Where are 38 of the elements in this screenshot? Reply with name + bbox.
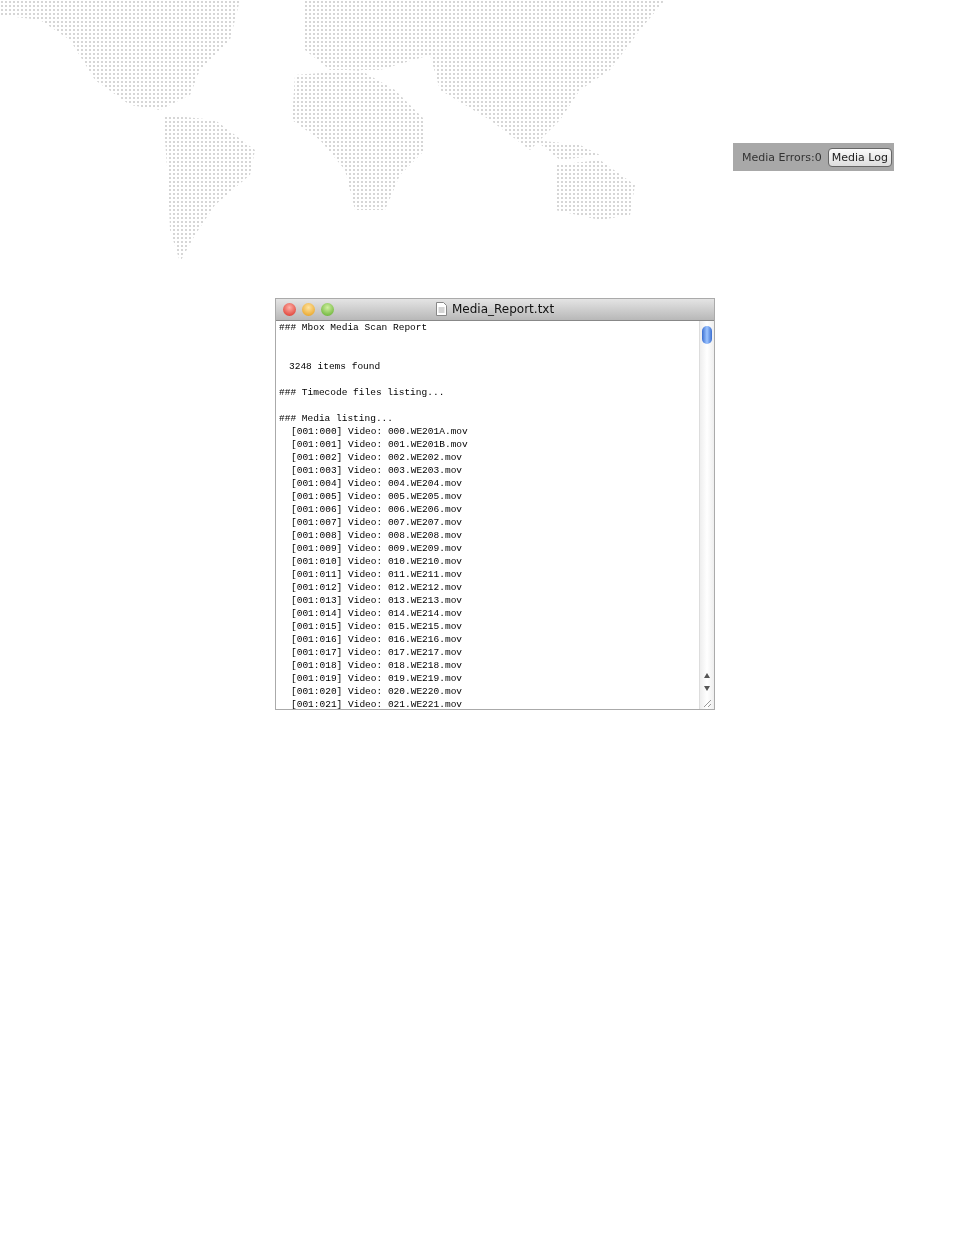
media-entry: [001:015] Video: 015.WE215.mov [290,620,464,633]
media-entry: [001:004] Video: 004.WE204.mov [290,477,464,490]
scroll-down-icon[interactable] [703,685,711,692]
report-line: ### Mbox Media Scan Report [279,321,429,334]
scroll-thumb[interactable] [702,326,712,344]
media-entry: [001:011] Video: 011.WE211.mov [290,568,464,581]
media-entry: [001:014] Video: 014.WE214.mov [290,607,464,620]
report-line: ### Timecode files listing... [279,386,446,399]
media-entry: [001:019] Video: 019.WE219.mov [290,672,464,685]
resize-grip-icon[interactable] [702,698,712,708]
media-errors-label: Media Errors:0 [742,150,822,164]
close-button[interactable] [283,303,296,316]
media-entry: [001:005] Video: 005.WE205.mov [290,490,464,503]
document-icon [436,302,447,316]
scrollbar[interactable] [699,321,714,709]
media-entry: [001:017] Video: 017.WE217.mov [290,646,464,659]
window-title: Media_Report.txt [452,302,555,316]
media-entry: [001:020] Video: 020.WE220.mov [290,685,464,698]
media-entry: [001:008] Video: 008.WE208.mov [290,529,464,542]
report-line: ### Media listing... [279,412,395,425]
media-entry: [001:002] Video: 002.WE202.mov [290,451,464,464]
media-entry: [001:018] Video: 018.WE218.mov [290,659,464,672]
zoom-button[interactable] [321,303,334,316]
report-line: 3248 items found [288,360,382,373]
media-entry: [001:003] Video: 003.WE203.mov [290,464,464,477]
media-entry: [001:012] Video: 012.WE212.mov [290,581,464,594]
media-entry: [001:021] Video: 021.WE221.mov [290,698,464,709]
media-log-button[interactable]: Media Log [827,147,892,167]
media-entry: [001:001] Video: 001.WE201B.mov [290,438,469,451]
minimize-button[interactable] [302,303,315,316]
media-entry: [001:006] Video: 006.WE206.mov [290,503,464,516]
media-entry: [001:013] Video: 013.WE213.mov [290,594,464,607]
media-entry: [001:016] Video: 016.WE216.mov [290,633,464,646]
media-entry: [001:007] Video: 007.WE207.mov [290,516,464,529]
media-entry: [001:010] Video: 010.WE210.mov [290,555,464,568]
media-entry: [001:009] Video: 009.WE209.mov [290,542,464,555]
media-entry: [001:000] Video: 000.WE201A.mov [290,425,469,438]
scroll-up-icon[interactable] [703,672,711,679]
